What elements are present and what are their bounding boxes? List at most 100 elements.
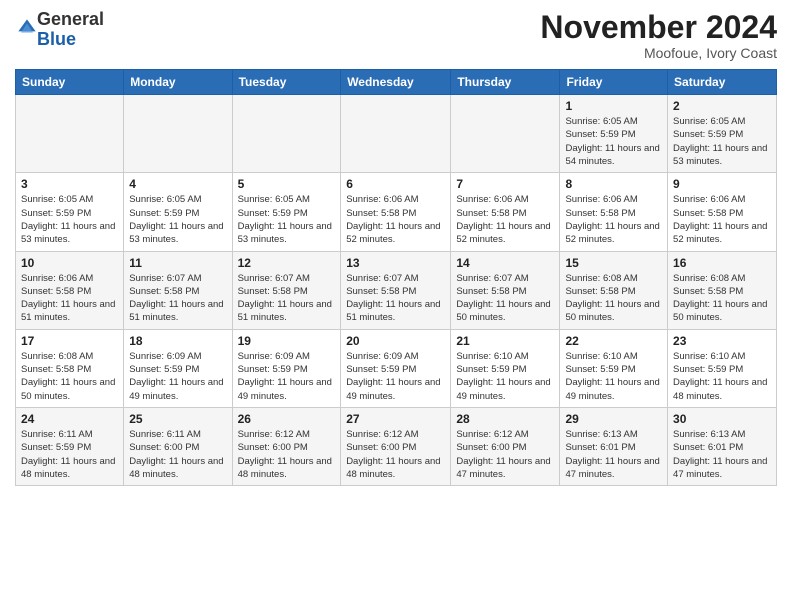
day-number: 17 — [21, 334, 118, 348]
day-info: Sunrise: 6:12 AMSunset: 6:00 PMDaylight:… — [456, 428, 554, 481]
calendar: Sunday Monday Tuesday Wednesday Thursday… — [15, 69, 777, 486]
day-number: 19 — [238, 334, 336, 348]
logo-blue-text: Blue — [37, 29, 76, 49]
table-cell: 21 Sunrise: 6:10 AMSunset: 5:59 PMDayligh… — [451, 329, 560, 407]
day-info: Sunrise: 6:07 AMSunset: 5:58 PMDaylight:… — [456, 272, 554, 325]
table-cell: 17Sunrise: 6:08 AMSunset: 5:58 PMDayligh… — [16, 329, 124, 407]
day-info: Sunrise: 6:08 AMSunset: 5:58 PMDaylight:… — [565, 272, 662, 325]
header-friday: Friday — [560, 70, 668, 95]
header-saturday: Saturday — [668, 70, 777, 95]
week-row-0: 1 Sunrise: 6:05 AMSunset: 5:59 PMDaylight… — [16, 95, 777, 173]
day-info: Sunrise: 6:09 AMSunset: 5:59 PMDaylight:… — [238, 350, 336, 403]
day-number: 30 — [673, 412, 771, 426]
table-cell: 25 Sunrise: 6:11 AMSunset: 6:00 PMDayligh… — [124, 407, 232, 485]
day-number: 9 — [673, 177, 771, 191]
table-cell: 19 Sunrise: 6:09 AMSunset: 5:59 PMDayligh… — [232, 329, 341, 407]
day-number: 23 — [673, 334, 771, 348]
table-cell: 13Sunrise: 6:07 AMSunset: 5:58 PMDayligh… — [341, 251, 451, 329]
day-number: 15 — [565, 256, 662, 270]
logo-icon — [17, 18, 37, 38]
table-cell: 6 Sunrise: 6:06 AMSunset: 5:58 PMDaylight… — [341, 173, 451, 251]
weekday-header-row: Sunday Monday Tuesday Wednesday Thursday… — [16, 70, 777, 95]
table-cell — [232, 95, 341, 173]
location: Moofoue, Ivory Coast — [540, 45, 777, 61]
day-info: Sunrise: 6:07 AMSunset: 5:58 PMDaylight:… — [129, 272, 226, 325]
week-row-2: 10Sunrise: 6:06 AMSunset: 5:58 PMDayligh… — [16, 251, 777, 329]
table-cell: 1 Sunrise: 6:05 AMSunset: 5:59 PMDaylight… — [560, 95, 668, 173]
day-info: Sunrise: 6:05 AMSunset: 5:59 PMDaylight:… — [21, 193, 118, 246]
day-info: Sunrise: 6:05 AMSunset: 5:59 PMDaylight:… — [565, 115, 662, 168]
day-info: Sunrise: 6:11 AMSunset: 5:59 PMDaylight:… — [21, 428, 118, 481]
table-cell: 5 Sunrise: 6:05 AMSunset: 5:59 PMDaylight… — [232, 173, 341, 251]
header-tuesday: Tuesday — [232, 70, 341, 95]
day-number: 20 — [346, 334, 445, 348]
day-number: 2 — [673, 99, 771, 113]
table-cell: 2 Sunrise: 6:05 AMSunset: 5:59 PMDaylight… — [668, 95, 777, 173]
day-info: Sunrise: 6:06 AMSunset: 5:58 PMDaylight:… — [673, 193, 771, 246]
week-row-1: 3 Sunrise: 6:05 AMSunset: 5:59 PMDaylight… — [16, 173, 777, 251]
day-info: Sunrise: 6:11 AMSunset: 6:00 PMDaylight:… — [129, 428, 226, 481]
day-number: 21 — [456, 334, 554, 348]
table-cell: 8 Sunrise: 6:06 AMSunset: 5:58 PMDaylight… — [560, 173, 668, 251]
day-info: Sunrise: 6:05 AMSunset: 5:59 PMDaylight:… — [129, 193, 226, 246]
table-cell — [16, 95, 124, 173]
day-info: Sunrise: 6:06 AMSunset: 5:58 PMDaylight:… — [456, 193, 554, 246]
day-number: 8 — [565, 177, 662, 191]
header-thursday: Thursday — [451, 70, 560, 95]
day-info: Sunrise: 6:05 AMSunset: 5:59 PMDaylight:… — [673, 115, 771, 168]
table-cell: 11Sunrise: 6:07 AMSunset: 5:58 PMDayligh… — [124, 251, 232, 329]
table-cell: 23Sunrise: 6:10 AMSunset: 5:59 PMDayligh… — [668, 329, 777, 407]
day-number: 13 — [346, 256, 445, 270]
day-info: Sunrise: 6:07 AMSunset: 5:58 PMDaylight:… — [238, 272, 336, 325]
day-number: 12 — [238, 256, 336, 270]
table-cell: 4 Sunrise: 6:05 AMSunset: 5:59 PMDaylight… — [124, 173, 232, 251]
logo: General Blue — [15, 10, 104, 50]
day-info: Sunrise: 6:09 AMSunset: 5:59 PMDaylight:… — [346, 350, 445, 403]
day-info: Sunrise: 6:08 AMSunset: 5:58 PMDaylight:… — [673, 272, 771, 325]
day-info: Sunrise: 6:10 AMSunset: 5:59 PMDaylight:… — [565, 350, 662, 403]
header: General Blue November 2024 Moofoue, Ivor… — [15, 10, 777, 61]
table-cell: 20 Sunrise: 6:09 AMSunset: 5:59 PMDayligh… — [341, 329, 451, 407]
table-cell: 15 Sunrise: 6:08 AMSunset: 5:58 PMDayligh… — [560, 251, 668, 329]
day-number: 22 — [565, 334, 662, 348]
day-number: 14 — [456, 256, 554, 270]
day-number: 24 — [21, 412, 118, 426]
table-cell — [341, 95, 451, 173]
day-number: 16 — [673, 256, 771, 270]
day-number: 1 — [565, 99, 662, 113]
table-cell: 26 Sunrise: 6:12 AMSunset: 6:00 PMDayligh… — [232, 407, 341, 485]
table-cell: 29Sunrise: 6:13 AMSunset: 6:01 PMDayligh… — [560, 407, 668, 485]
day-info: Sunrise: 6:12 AMSunset: 6:00 PMDaylight:… — [346, 428, 445, 481]
table-cell: 7Sunrise: 6:06 AMSunset: 5:58 PMDaylight… — [451, 173, 560, 251]
table-cell: 22 Sunrise: 6:10 AMSunset: 5:59 PMDayligh… — [560, 329, 668, 407]
title-area: November 2024 Moofoue, Ivory Coast — [540, 10, 777, 61]
day-number: 29 — [565, 412, 662, 426]
day-number: 5 — [238, 177, 336, 191]
day-info: Sunrise: 6:06 AMSunset: 5:58 PMDaylight:… — [565, 193, 662, 246]
day-number: 4 — [129, 177, 226, 191]
day-number: 25 — [129, 412, 226, 426]
day-info: Sunrise: 6:09 AMSunset: 5:59 PMDaylight:… — [129, 350, 226, 403]
day-info: Sunrise: 6:05 AMSunset: 5:59 PMDaylight:… — [238, 193, 336, 246]
day-info: Sunrise: 6:10 AMSunset: 5:59 PMDaylight:… — [456, 350, 554, 403]
table-cell: 3 Sunrise: 6:05 AMSunset: 5:59 PMDaylight… — [16, 173, 124, 251]
day-info: Sunrise: 6:13 AMSunset: 6:01 PMDaylight:… — [673, 428, 771, 481]
week-row-4: 24 Sunrise: 6:11 AMSunset: 5:59 PMDayligh… — [16, 407, 777, 485]
day-info: Sunrise: 6:12 AMSunset: 6:00 PMDaylight:… — [238, 428, 336, 481]
table-cell — [451, 95, 560, 173]
table-cell — [124, 95, 232, 173]
table-cell: 12 Sunrise: 6:07 AMSunset: 5:58 PMDayligh… — [232, 251, 341, 329]
day-number: 3 — [21, 177, 118, 191]
page: General Blue November 2024 Moofoue, Ivor… — [0, 0, 792, 501]
day-info: Sunrise: 6:06 AMSunset: 5:58 PMDaylight:… — [346, 193, 445, 246]
day-number: 26 — [238, 412, 336, 426]
table-cell: 16 Sunrise: 6:08 AMSunset: 5:58 PMDayligh… — [668, 251, 777, 329]
header-wednesday: Wednesday — [341, 70, 451, 95]
table-cell: 10Sunrise: 6:06 AMSunset: 5:58 PMDayligh… — [16, 251, 124, 329]
header-sunday: Sunday — [16, 70, 124, 95]
day-number: 27 — [346, 412, 445, 426]
day-number: 28 — [456, 412, 554, 426]
day-number: 18 — [129, 334, 226, 348]
week-row-3: 17Sunrise: 6:08 AMSunset: 5:58 PMDayligh… — [16, 329, 777, 407]
day-number: 6 — [346, 177, 445, 191]
